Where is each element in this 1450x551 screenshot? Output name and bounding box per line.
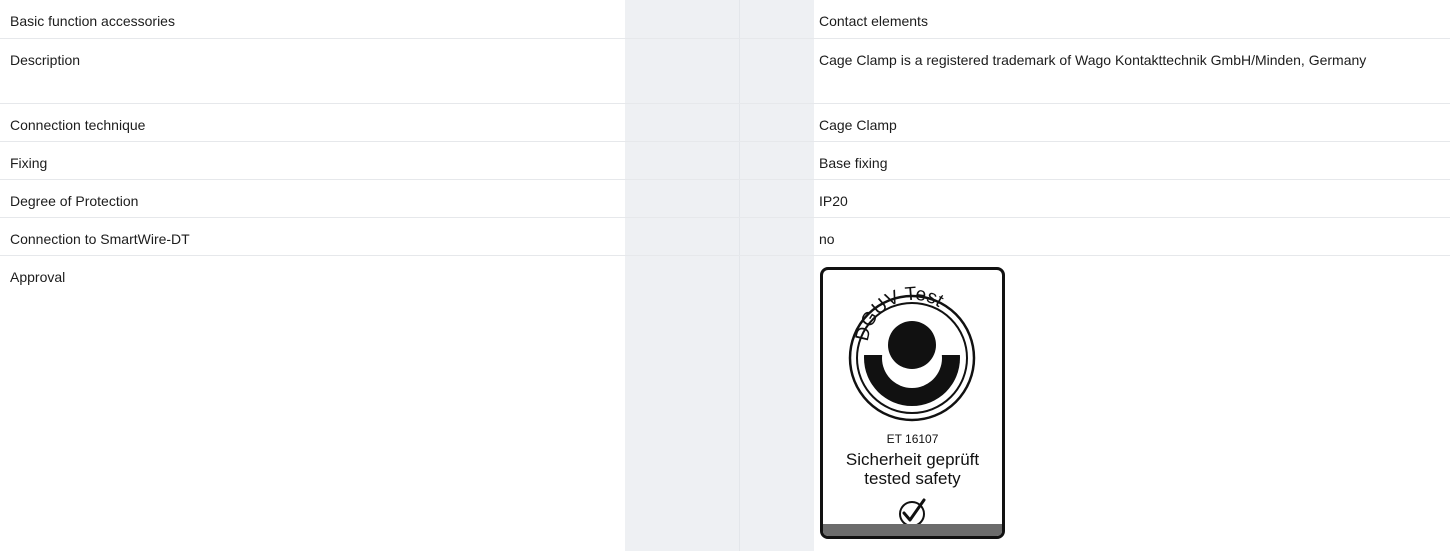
row-label: Connection technique xyxy=(10,117,146,133)
row-value: no xyxy=(819,231,835,247)
row-label: Description xyxy=(10,52,81,68)
row-label: Degree of Protection xyxy=(10,193,139,209)
table-row: Approval xyxy=(0,256,1450,551)
row-label: Approval xyxy=(10,269,66,285)
badge-footer-bar xyxy=(823,524,1002,536)
table-row: Fixing Base fixing xyxy=(0,142,1450,180)
row-value: Cage Clamp xyxy=(819,117,897,133)
badge-text-de: Sicherheit geprüft xyxy=(845,450,980,469)
row-label: Connection to SmartWire-DT xyxy=(10,231,190,247)
spec-table: Basic function accessories Contact eleme… xyxy=(0,0,1450,551)
check-circle-icon xyxy=(899,498,926,527)
row-value: Contact elements xyxy=(819,13,928,29)
table-row: Basic function accessories Contact eleme… xyxy=(0,0,1450,39)
row-label: Basic function accessories xyxy=(10,13,175,29)
dguv-test-badge: DGUV Test ET 16107 Sicherheit geprüft te… xyxy=(820,267,1005,539)
table-row: Degree of Protection IP20 xyxy=(0,180,1450,218)
table-row: Connection technique Cage Clamp xyxy=(0,104,1450,142)
row-value: Cage Clamp is a registered trademark of … xyxy=(819,52,1367,68)
badge-text-en: tested safety xyxy=(864,469,961,488)
table-row: Description Cage Clamp is a registered t… xyxy=(0,39,1450,104)
dguv-seal-graphic: DGUV Test xyxy=(848,284,976,527)
row-label: Fixing xyxy=(10,155,48,171)
table-row: Connection to SmartWire-DT no xyxy=(0,218,1450,256)
row-value: Base fixing xyxy=(819,155,888,171)
row-value: IP20 xyxy=(819,193,848,209)
badge-code: ET 16107 xyxy=(886,432,939,446)
